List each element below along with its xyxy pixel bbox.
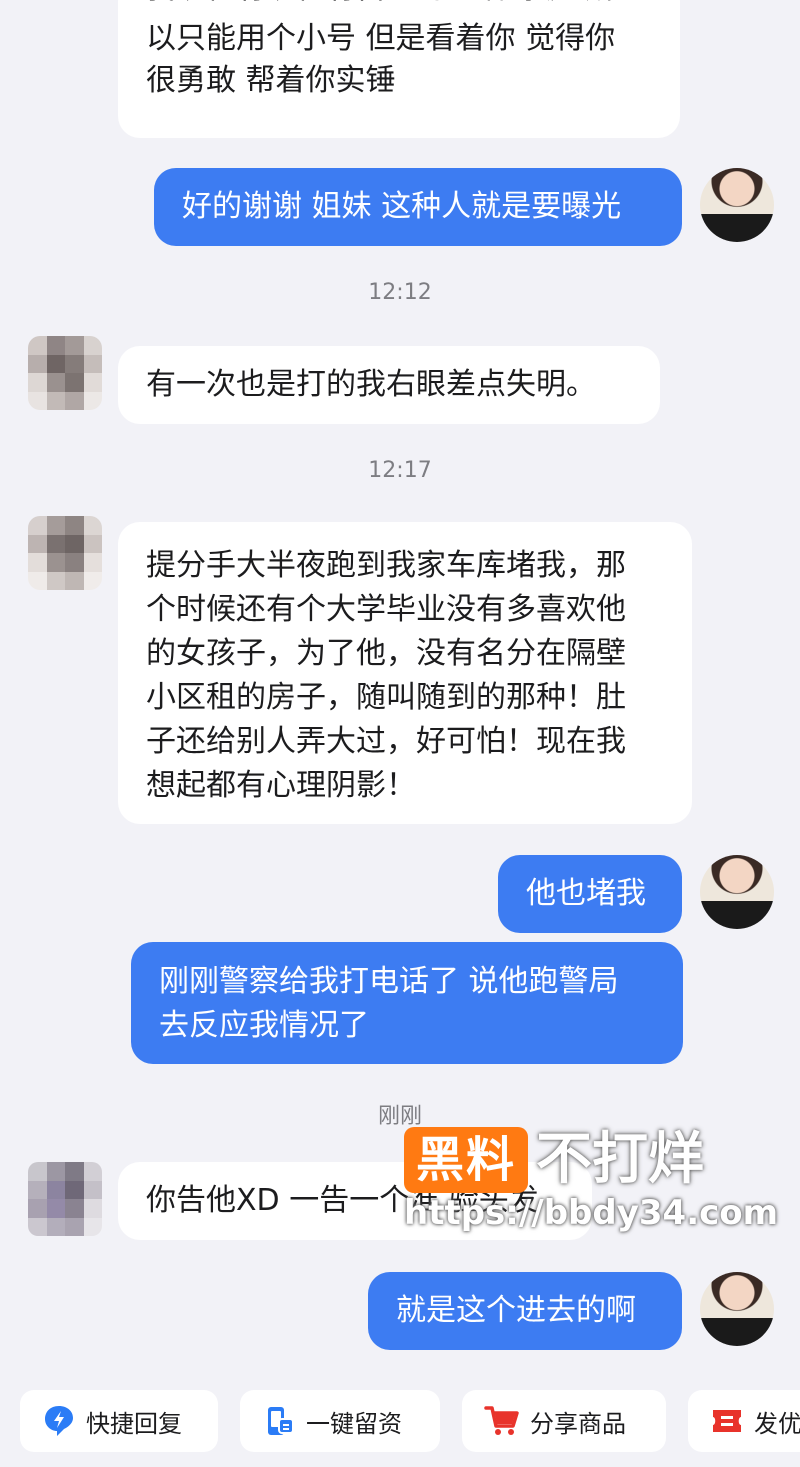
message-bubble-outgoing[interactable]: 好的谢谢 姐妹 这种人就是要曝光 [154, 168, 682, 246]
message-text: 提分手大半夜跑到我家车库堵我，那 个时候还有个大学毕业没有多喜欢他 的女孩子，为… [146, 548, 626, 803]
send-coupon-button[interactable]: 发优 [688, 1390, 800, 1452]
message-text: 有一次也是打的我右眼差点失明。 [146, 367, 596, 402]
message-text: 他也堵我 [526, 876, 646, 911]
lead-capture-button[interactable]: 一键留资 [240, 1390, 440, 1452]
send-coupon-label: 发优 [754, 1409, 800, 1438]
my-avatar[interactable] [700, 168, 774, 242]
lead-capture-label: 一键留资 [306, 1409, 402, 1438]
message-bubble-incoming[interactable]: 我现在有现在有自己的生活 家庭 所 以只能用个小号 但是看着你 觉得你 很勇敢 … [118, 0, 680, 138]
lightning-bubble-icon [45, 1406, 73, 1436]
cart-icon [484, 1406, 519, 1435]
watermark: 黑料 不打烊 https://bbdy34.com [404, 1127, 778, 1237]
coupon-icon [713, 1410, 741, 1432]
message-text-partial: 我现在有现在有自己的生活 家庭 所 [146, 0, 615, 10]
quick-action-bar: 快捷回复 一键留资 分享商品 发优 [0, 1380, 800, 1467]
quick-reply-label: 快捷回复 [86, 1409, 182, 1438]
watermark-title: 不打烊 [536, 1127, 704, 1192]
timestamp: 12:17 [368, 458, 432, 483]
phone-form-icon [268, 1407, 294, 1435]
watermark-badge: 黑料 [404, 1127, 528, 1193]
contact-avatar-blurred[interactable] [28, 1162, 102, 1236]
contact-avatar-blurred[interactable] [28, 516, 102, 590]
share-product-button[interactable]: 分享商品 [462, 1390, 666, 1452]
watermark-url: https://bbdy34.com [404, 1193, 779, 1233]
quick-reply-button[interactable]: 快捷回复 [20, 1390, 218, 1452]
message-bubble-incoming[interactable]: 提分手大半夜跑到我家车库堵我，那 个时候还有个大学毕业没有多喜欢他 的女孩子，为… [118, 522, 692, 824]
contact-avatar-blurred[interactable] [28, 336, 102, 410]
message-text: 以只能用个小号 但是看着你 觉得你 很勇敢 帮着你实锤 [146, 21, 616, 98]
my-avatar[interactable] [700, 1272, 774, 1346]
message-text: 刚刚警察给我打电话了 说他跑警局 去反应我情况了 [159, 964, 619, 1043]
message-bubble-incoming[interactable]: 有一次也是打的我右眼差点失明。 [118, 346, 660, 424]
message-bubble-outgoing[interactable]: 刚刚警察给我打电话了 说他跑警局 去反应我情况了 [131, 942, 683, 1064]
share-product-label: 分享商品 [530, 1409, 626, 1438]
my-avatar[interactable] [700, 855, 774, 929]
message-text: 好的谢谢 姐妹 这种人就是要曝光 [182, 189, 622, 224]
timestamp: 刚刚 [377, 1104, 422, 1129]
message-bubble-outgoing[interactable]: 他也堵我 [498, 855, 682, 933]
message-bubble-outgoing[interactable]: 就是这个进去的啊 [368, 1272, 682, 1350]
message-text: 就是这个进去的啊 [396, 1293, 636, 1328]
timestamp: 12:12 [368, 280, 432, 305]
